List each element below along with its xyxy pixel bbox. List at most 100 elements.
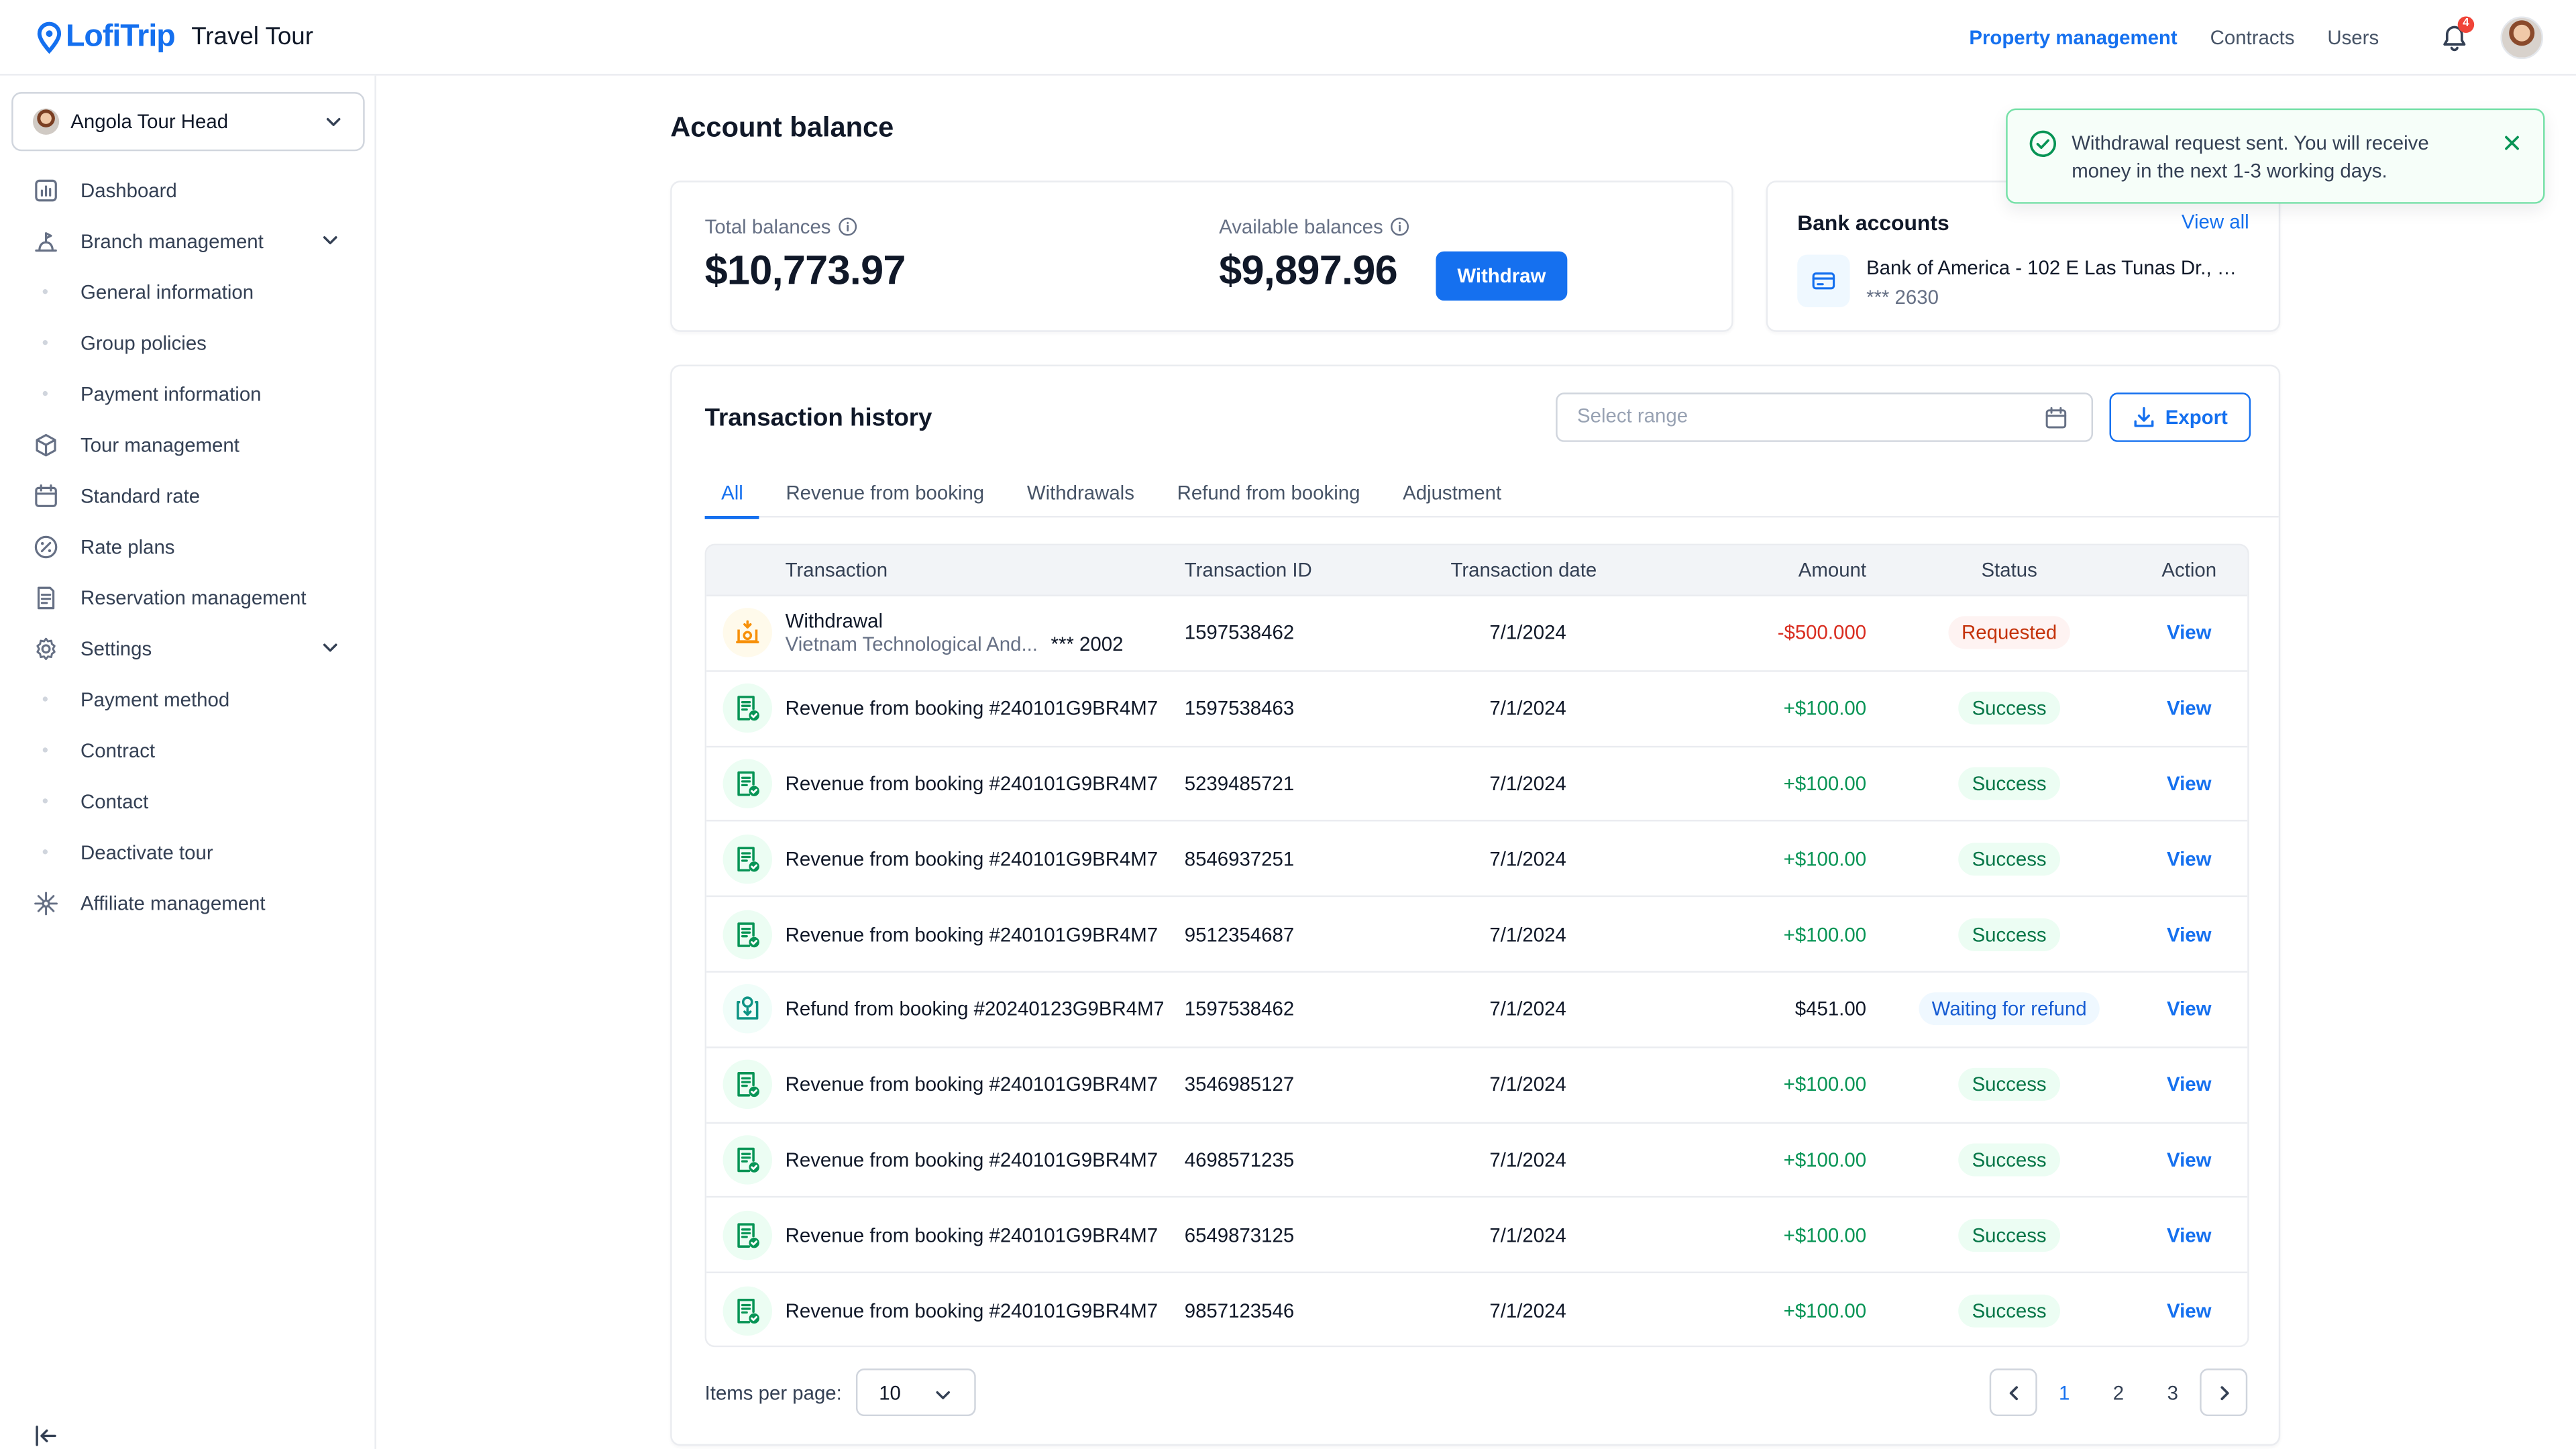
transaction-date: 7/1/2024 xyxy=(1489,1148,1566,1172)
transaction-id: 3546985127 xyxy=(1184,1073,1295,1096)
logo[interactable]: LofiTrip xyxy=(36,19,176,55)
sidebar-item-group-policies[interactable]: Group policies xyxy=(0,317,376,368)
status-badge: Success xyxy=(1958,1218,2060,1252)
column-header-amount: Amount xyxy=(1798,558,1867,582)
sidebar-item-label: Dashboard xyxy=(80,178,177,202)
sidebar-item-label: Rate plans xyxy=(80,535,175,558)
previous-page-button[interactable] xyxy=(1989,1368,2037,1417)
transaction-id: 4698571235 xyxy=(1184,1148,1295,1172)
sidebar-item-settings[interactable]: Settings xyxy=(0,623,376,674)
sidebar-item-dashboard[interactable]: Dashboard xyxy=(0,164,376,215)
sidebar-item-payment-information[interactable]: Payment information xyxy=(0,368,376,419)
withdraw-button[interactable]: Withdraw xyxy=(1436,251,1568,301)
tab-refund-from-booking[interactable]: Refund from booking xyxy=(1161,470,1377,517)
column-header-status: Status xyxy=(1981,558,2037,582)
calendar-icon xyxy=(2045,407,2067,429)
export-button[interactable]: Export xyxy=(2109,392,2251,442)
nav-users[interactable]: Users xyxy=(2327,26,2379,49)
available-balance-value: $9,897.96 xyxy=(1219,248,1398,294)
page-title: Account balance xyxy=(670,111,894,144)
items-per-page-select[interactable]: 10 xyxy=(855,1368,976,1417)
next-page-button[interactable] xyxy=(2200,1368,2248,1417)
sidebar-item-tour-management[interactable]: Tour management xyxy=(0,419,376,470)
view-link[interactable]: View xyxy=(2152,1224,2226,1246)
view-link[interactable]: View xyxy=(2152,697,2226,720)
transaction-title: Revenue from booking #240101G9BR4M7 xyxy=(785,1299,1159,1322)
check-circle-icon xyxy=(2029,130,2057,158)
receipt-check-icon xyxy=(722,1135,773,1185)
column-header-transaction-id: Transaction ID xyxy=(1184,558,1312,582)
transaction-date: 7/1/2024 xyxy=(1489,922,1566,946)
location-pin-icon xyxy=(37,21,62,54)
nav-property-management[interactable]: Property management xyxy=(1969,26,2177,49)
transaction-amount: +$100.00 xyxy=(1783,922,1867,946)
status-badge: Requested xyxy=(1948,616,2070,650)
sidebar-item-reservation-management[interactable]: Reservation management xyxy=(0,572,376,623)
collapse-sidebar-icon[interactable] xyxy=(33,1423,59,1449)
sidebar-item-contact[interactable]: Contact xyxy=(0,775,376,826)
tab-revenue-from-booking[interactable]: Revenue from booking xyxy=(769,470,1001,517)
transaction-amount: $451.00 xyxy=(1794,998,1867,1021)
nav-contracts[interactable]: Contracts xyxy=(2210,26,2295,49)
table-row: Revenue from booking #240101G9BR4M7 15975… xyxy=(706,669,2248,745)
available-balance-label: Available balances xyxy=(1219,215,1409,238)
view-all-link[interactable]: View all xyxy=(2182,210,2249,233)
info-icon[interactable] xyxy=(1390,217,1409,236)
status-cell: Success xyxy=(1914,1293,2104,1327)
transaction-title: Revenue from booking #240101G9BR4M7 xyxy=(785,1073,1159,1096)
view-link[interactable]: View xyxy=(2152,772,2226,795)
sidebar-item-branch-management[interactable]: Branch management xyxy=(0,215,376,266)
transaction-id: 9857123546 xyxy=(1184,1299,1295,1322)
transaction-amount: +$100.00 xyxy=(1783,847,1867,871)
status-badge: Success xyxy=(1958,1293,2060,1327)
branch-name: Angola Tour Head xyxy=(70,110,229,133)
tab-all[interactable]: All xyxy=(704,470,761,519)
transaction-id: 1597538462 xyxy=(1184,621,1295,645)
transaction-title: Revenue from booking #240101G9BR4M7 xyxy=(785,922,1159,946)
balance-card: Total balances $10,773.97 Available bala… xyxy=(670,180,1733,332)
user-avatar[interactable] xyxy=(2500,16,2544,60)
view-link[interactable]: View xyxy=(2152,1148,2226,1171)
transaction-amount: +$100.00 xyxy=(1783,1073,1867,1096)
view-link[interactable]: View xyxy=(2152,847,2226,870)
transaction-id: 8546937251 xyxy=(1184,847,1295,871)
sidebar-item-deactivate-tour[interactable]: Deactivate tour xyxy=(0,826,376,877)
notifications-button[interactable]: 4 xyxy=(2438,16,2475,54)
chevron-down-icon xyxy=(936,1391,951,1399)
view-link[interactable]: View xyxy=(2152,1299,2226,1322)
sidebar-item-label: Tour management xyxy=(80,433,239,456)
sidebar-item-general-information[interactable]: General information xyxy=(0,266,376,317)
view-link[interactable]: View xyxy=(2152,622,2226,645)
app-root: LofiTrip Travel Tour Property management… xyxy=(0,0,2576,1449)
page-1-button[interactable]: 1 xyxy=(2037,1381,2092,1403)
branch-selector[interactable]: Angola Tour Head xyxy=(11,92,365,152)
page-3-button[interactable]: 3 xyxy=(2145,1381,2200,1403)
sidebar-item-standard-rate[interactable]: Standard rate xyxy=(0,470,376,521)
view-link[interactable]: View xyxy=(2152,998,2226,1020)
receipt-check-icon xyxy=(722,1210,773,1260)
transaction-date: 7/1/2024 xyxy=(1489,771,1566,796)
box-icon xyxy=(33,431,59,458)
view-link[interactable]: View xyxy=(2152,922,2226,945)
info-icon[interactable] xyxy=(837,217,857,236)
table-row: Revenue from booking #240101G9BR4M7 65498… xyxy=(706,1196,2248,1272)
transaction-subtitle: Vietnam Technological And... *** 2002 xyxy=(786,633,1124,656)
sidebar-item-payment-method[interactable]: Payment method xyxy=(0,674,376,724)
notification-badge: 4 xyxy=(2457,16,2475,33)
available-balance-label-text: Available balances xyxy=(1219,215,1383,239)
sidebar-item-contract[interactable]: Contract xyxy=(0,724,376,775)
tab-withdrawals[interactable]: Withdrawals xyxy=(1010,470,1150,517)
page-2-button[interactable]: 2 xyxy=(2092,1381,2146,1403)
status-badge: Waiting for refund xyxy=(1919,993,2100,1026)
tab-adjustment[interactable]: Adjustment xyxy=(1387,470,1518,517)
close-icon[interactable] xyxy=(2502,133,2522,152)
receipt-check-icon xyxy=(722,834,773,884)
date-range-picker[interactable] xyxy=(1556,392,2094,442)
bank-accounts-title: Bank accounts xyxy=(1797,210,1949,235)
sidebar-item-affiliate-management[interactable]: Affiliate management xyxy=(0,877,376,928)
date-range-input[interactable] xyxy=(1577,404,2021,427)
table-row: Revenue from booking #240101G9BR4M7 46985… xyxy=(706,1121,2248,1197)
sidebar-item-rate-plans[interactable]: Rate plans xyxy=(0,521,376,572)
transaction-history-title: Transaction history xyxy=(704,404,932,433)
view-link[interactable]: View xyxy=(2152,1073,2226,1096)
